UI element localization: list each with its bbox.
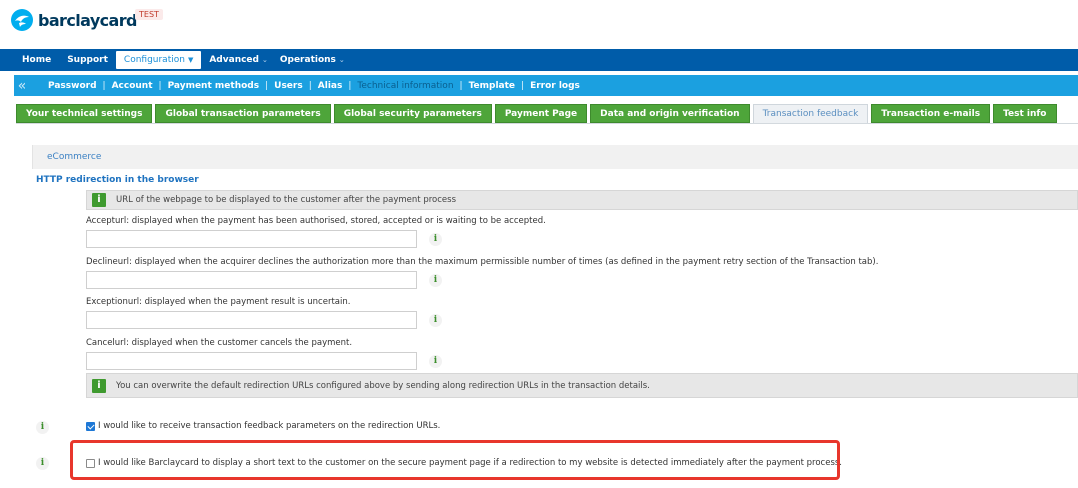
subnav-password[interactable]: Password [42,81,103,91]
nav-home[interactable]: Home [14,49,59,71]
chevron-left-icon[interactable]: « [14,75,30,96]
tab-divider [16,123,1078,124]
subnav-template[interactable]: Template [463,81,521,91]
subnav-technical-information[interactable]: Technical information [351,81,459,91]
subnav-account[interactable]: Account [106,81,159,91]
highlight-box [70,440,840,480]
feedback-params-checkbox[interactable] [86,421,95,431]
tab-data-and-origin-verification[interactable]: Data and origin verification [590,104,750,123]
subnav-error-logs[interactable]: Error logs [524,81,586,91]
info-banner-overwrite: i You can overwrite the default redirect… [86,373,1078,398]
eagle-logo-icon [11,9,33,31]
tab-your-technical-settings[interactable]: Your technical settings [16,104,153,123]
info-icon: i [92,193,106,207]
chevron-down-icon: ⌄ [261,56,268,64]
info-banner-text: You can overwrite the default redirectio… [116,380,650,391]
chevron-down-icon: ▼ [187,56,194,64]
tab-payment-page[interactable]: Payment Page [494,104,588,123]
chevron-down-icon: ⌄ [338,56,345,64]
main-nav: Home Support Configuration ▼ Advanced ⌄ Op… [0,49,1078,71]
info-icon[interactable]: i [429,314,442,327]
info-banner-text: URL of the webpage to be displayed to th… [116,195,456,205]
sub-nav: « Password | Account | Payment methods | Us… [14,75,1078,96]
env-badge: TEST [135,9,163,20]
cancelurl-label: Cancelurl: displayed when the customer c… [86,338,353,348]
info-icon[interactable]: i [429,274,442,287]
info-icon: i [92,378,106,393]
brand-name: barclaycard [38,10,137,30]
nav-configuration[interactable]: Configuration ▼ [115,51,202,69]
tab-transaction-feedback[interactable]: Transaction feedback [752,104,869,124]
declineurl-input[interactable] [86,271,417,289]
header: barclaycard TEST [0,0,1078,49]
accepturl-label: Accepturl: displayed when the payment ha… [86,216,546,226]
cancelurl-input[interactable] [86,352,417,370]
exceptionurl-label: Exceptionurl: displayed when the payment… [86,297,351,307]
info-banner-url: i URL of the webpage to be displayed to … [86,190,1078,210]
subnav-alias[interactable]: Alias [312,81,349,91]
info-icon[interactable]: i [429,233,442,246]
accepturl-input[interactable] [86,230,417,248]
tab-transaction-emails[interactable]: Transaction e-mails [871,104,991,123]
nav-operations[interactable]: Operations ⌄ [276,49,353,71]
section-header: eCommerce [32,145,1078,169]
nav-support[interactable]: Support [59,49,116,71]
nav-advanced[interactable]: Advanced ⌄ [201,49,276,71]
feedback-params-option[interactable]: I would like to receive transaction feed… [86,421,440,431]
declineurl-label: Declineurl: displayed when the acquirer … [86,257,879,267]
nav-support-label: Support [67,55,108,65]
feedback-params-label: I would like to receive transaction feed… [98,421,441,431]
nav-advanced-label: Advanced [209,55,259,65]
exceptionurl-input[interactable] [86,311,417,329]
info-icon[interactable]: i [36,421,49,434]
section-subheading: HTTP redirection in the browser [36,175,199,185]
nav-operations-label: Operations [279,55,336,65]
nav-home-label: Home [22,55,52,65]
section-title: eCommerce [47,152,102,162]
subnav-users[interactable]: Users [268,81,309,91]
barclaycard-logo[interactable]: barclaycard [10,8,137,32]
info-icon[interactable]: i [429,355,442,368]
nav-configuration-label: Configuration [123,55,185,65]
subnav-payment-methods[interactable]: Payment methods [162,81,266,91]
tab-test-info[interactable]: Test info [993,104,1057,123]
tab-global-transaction-parameters[interactable]: Global transaction parameters [155,104,331,123]
info-icon[interactable]: i [36,457,49,470]
tab-global-security-parameters[interactable]: Global security parameters [333,104,492,123]
settings-tabs: Your technical settings Global transacti… [16,104,1057,124]
